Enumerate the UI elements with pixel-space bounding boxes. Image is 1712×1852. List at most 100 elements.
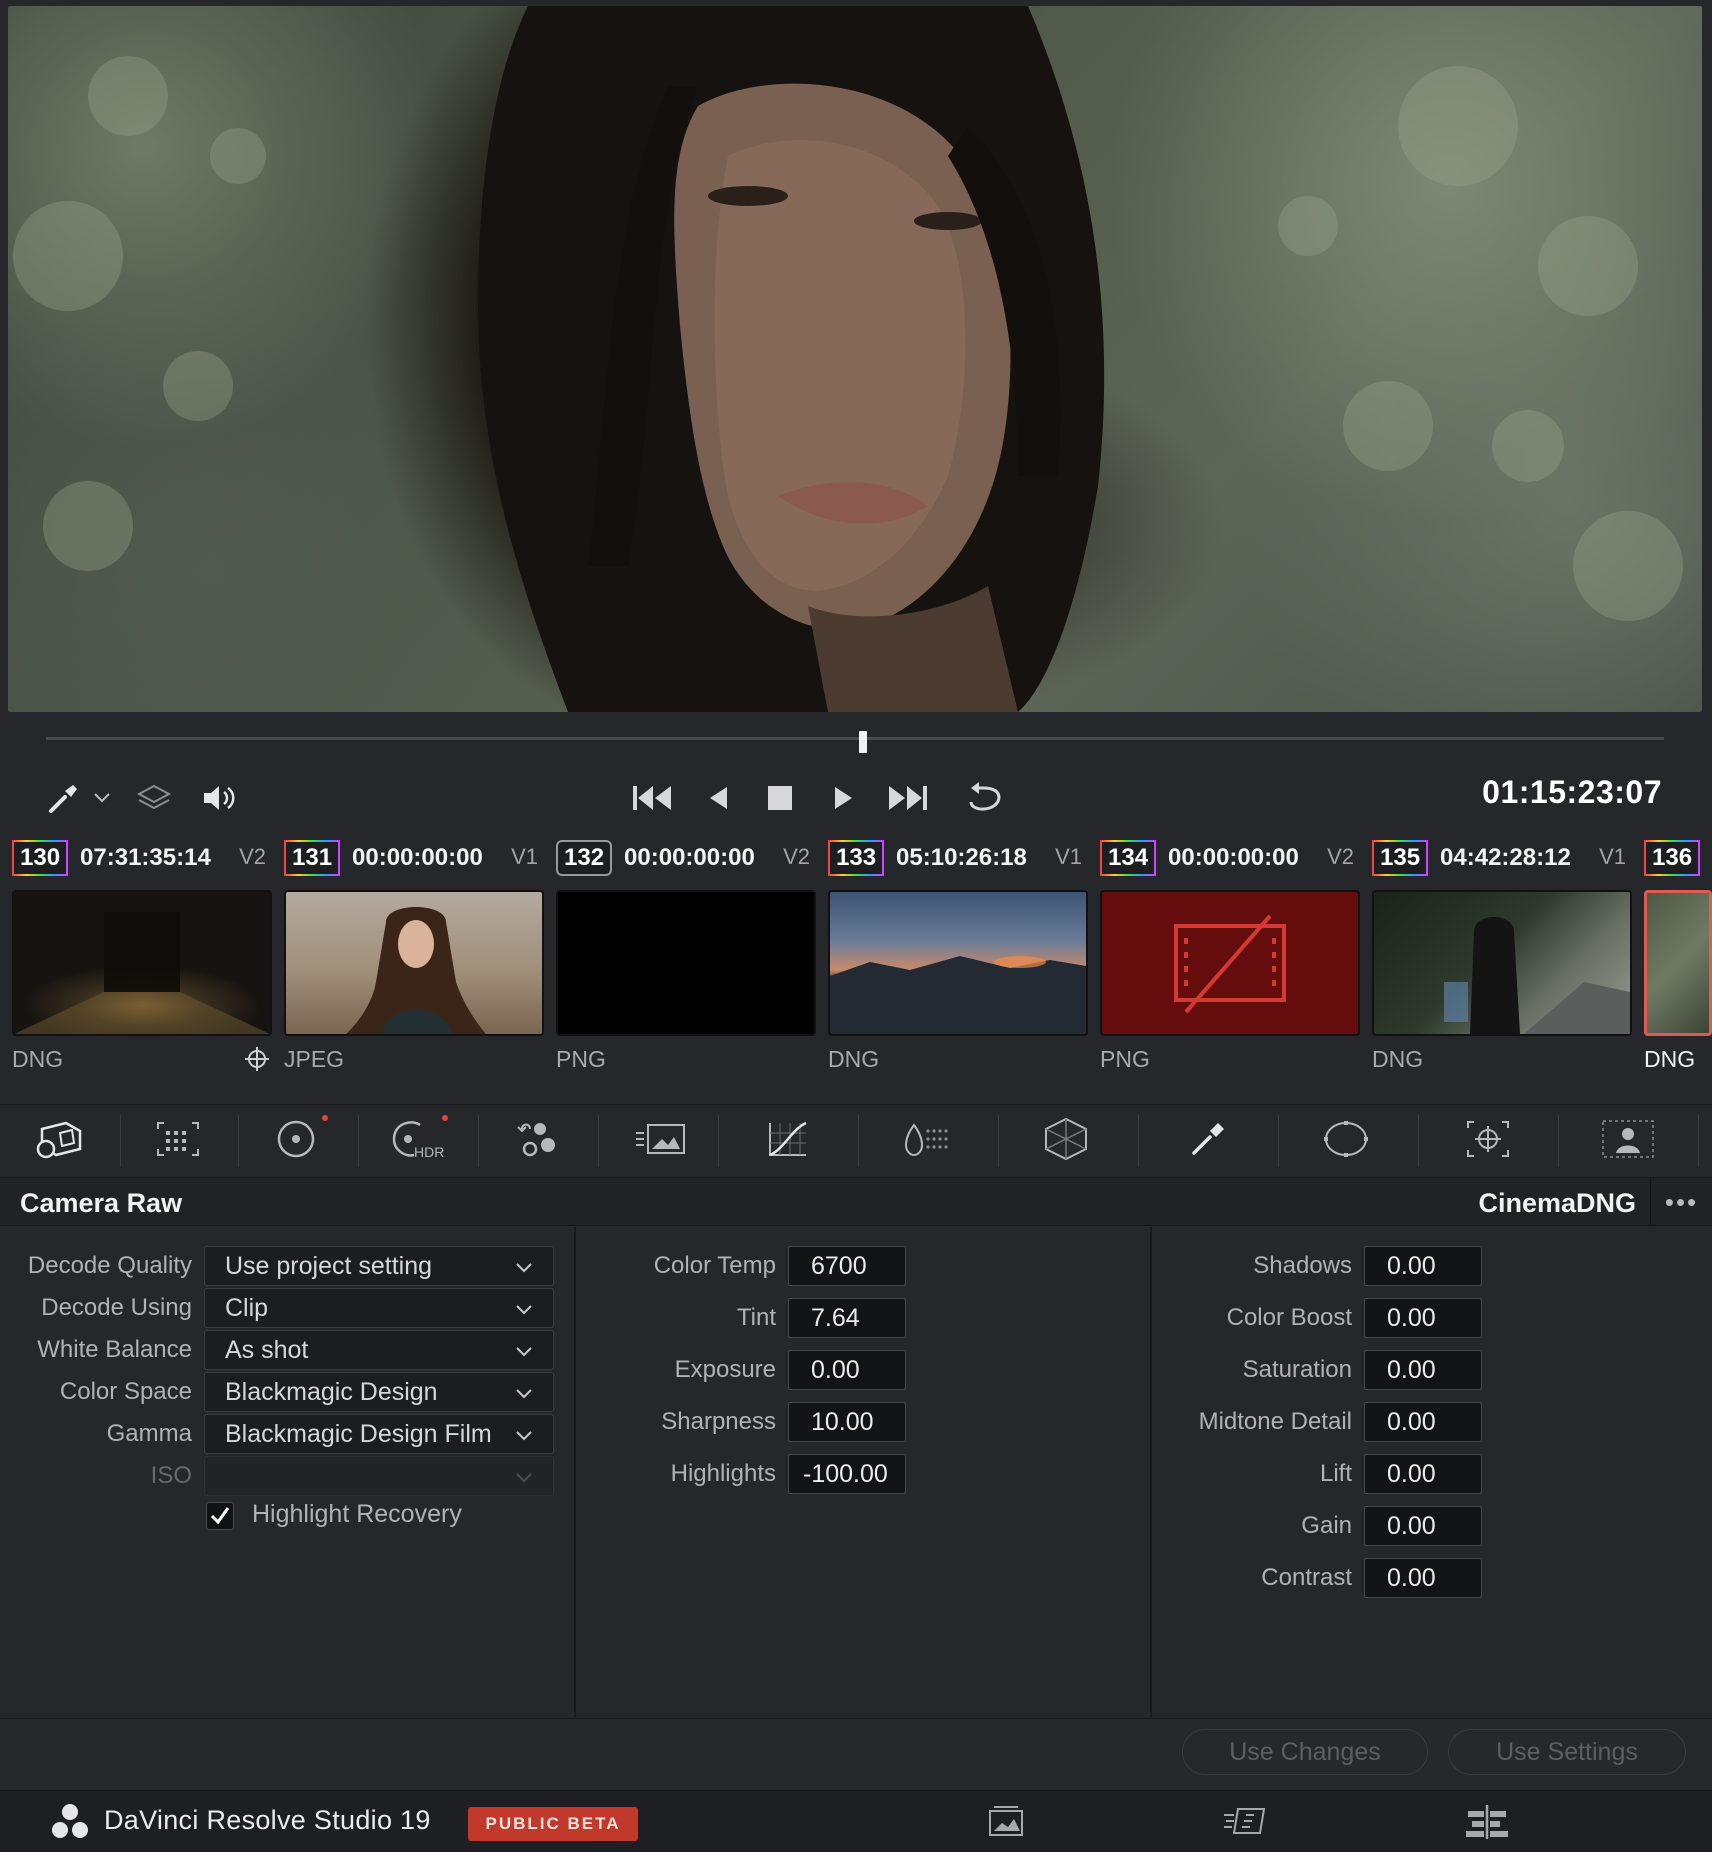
svg-text:HDR: HDR: [414, 1144, 444, 1160]
media-page-icon[interactable]: [986, 1805, 1026, 1844]
color-boost-field[interactable]: 0.00: [1364, 1298, 1482, 1338]
white-balance-dropdown[interactable]: As shot: [204, 1330, 554, 1370]
clip-track: V2: [783, 844, 810, 869]
clip-track: V2: [239, 844, 266, 869]
clip-timecode: 00:00:00:00: [1168, 844, 1299, 871]
gain-label: Gain: [1301, 1512, 1352, 1539]
white-balance-value: As shot: [225, 1336, 309, 1364]
chevron-down-icon: [515, 1247, 533, 1285]
highlights-field[interactable]: -100.00: [788, 1454, 906, 1494]
color-warper-icon[interactable]: [896, 1109, 956, 1169]
use-settings-button[interactable]: Use Settings: [1448, 1729, 1686, 1775]
color-space-dropdown[interactable]: Blackmagic Design: [204, 1372, 554, 1412]
clip-thumbnail[interactable]: [284, 890, 544, 1036]
saturation-field[interactable]: 0.00: [1364, 1350, 1482, 1390]
gamma-label: Gamma: [106, 1420, 192, 1447]
edit-page-icon[interactable]: [1464, 1803, 1510, 1846]
color-match-icon[interactable]: [148, 1109, 208, 1169]
tint-field[interactable]: 7.64: [788, 1298, 906, 1338]
clip-number: 134: [1100, 840, 1157, 876]
clip-thumbnail[interactable]: [556, 890, 816, 1036]
clip-134[interactable]: 134 00:00:00:00 V2 PNG: [1100, 838, 1360, 1078]
skip-to-start-icon[interactable]: [628, 774, 676, 822]
tint-label: Tint: [736, 1304, 776, 1331]
column-divider: [574, 1227, 576, 1717]
color-wheels-icon[interactable]: [266, 1109, 326, 1169]
camera-raw-icon[interactable]: [28, 1109, 88, 1169]
curves-icon[interactable]: [758, 1109, 818, 1169]
clip-timecode: 00:00:00:00: [624, 844, 755, 871]
clip-thumbnail[interactable]: [1100, 890, 1360, 1036]
app-name: DaVinci Resolve Studio 19: [104, 1805, 431, 1835]
exposure-field[interactable]: 0.00: [788, 1350, 906, 1390]
motion-effects-icon[interactable]: [630, 1109, 690, 1169]
color-temp-label: Color Temp: [653, 1252, 776, 1279]
play-reverse-icon[interactable]: [698, 774, 738, 822]
color-temp-field[interactable]: 6700: [788, 1246, 906, 1286]
more-options-button[interactable]: •••: [1650, 1178, 1712, 1226]
gamma-value: Blackmagic Design Film: [225, 1420, 492, 1448]
davinci-logo-icon: [50, 1803, 90, 1846]
loop-icon[interactable]: [960, 774, 1008, 822]
panel-header: Camera Raw CinemaDNG •••: [0, 1178, 1712, 1226]
modified-indicator: [322, 1115, 328, 1121]
clip-thumbnail[interactable]: [828, 890, 1088, 1036]
clip-136[interactable]: 136 DNG: [1644, 838, 1712, 1078]
contrast-field[interactable]: 0.00: [1364, 1558, 1482, 1598]
decode-quality-dropdown[interactable]: Use project setting: [204, 1246, 554, 1286]
stop-icon[interactable]: [760, 774, 800, 822]
clip-133[interactable]: 133 05:10:26:18 V1 DNG: [828, 838, 1088, 1078]
layers-icon[interactable]: [132, 776, 176, 820]
clip-type: PNG: [556, 1046, 606, 1072]
rgb-mixer-icon[interactable]: [506, 1109, 566, 1169]
chevron-down-icon[interactable]: [90, 786, 114, 810]
panel-title: Camera Raw: [20, 1188, 183, 1218]
magic-mask-icon[interactable]: [1598, 1109, 1658, 1169]
contrast-label: Contrast: [1261, 1564, 1352, 1591]
checkmark-icon: [210, 1507, 230, 1525]
qualifier-icon[interactable]: [1036, 1109, 1096, 1169]
clip-type: DNG: [1372, 1046, 1424, 1072]
clip-130[interactable]: 130 07:31:35:14 V2 DNG: [12, 838, 272, 1078]
shadows-field[interactable]: 0.00: [1364, 1246, 1482, 1286]
cut-page-icon[interactable]: [1222, 1803, 1270, 1844]
playhead[interactable]: [859, 731, 868, 753]
clip-thumbnail[interactable]: [1372, 890, 1632, 1036]
clip-131[interactable]: 131 00:00:00:00 V1 JPEG: [284, 838, 544, 1078]
skip-to-end-icon[interactable]: [884, 774, 932, 822]
palette-toolbar: HDR: [0, 1104, 1712, 1178]
iso-dropdown[interactable]: [204, 1456, 554, 1496]
clip-number: 136: [1644, 840, 1701, 876]
clip-thumbnail[interactable]: [1644, 890, 1712, 1036]
speaker-icon[interactable]: [196, 776, 242, 820]
color-picker-icon[interactable]: [42, 776, 86, 820]
clip-132[interactable]: 132 00:00:00:00 V2 PNG: [556, 838, 816, 1078]
midtone-detail-field[interactable]: 0.00: [1364, 1402, 1482, 1442]
gamma-dropdown[interactable]: Blackmagic Design Film: [204, 1414, 554, 1454]
viewer-frame-image: [13, 6, 1683, 712]
clip-number: 131: [284, 840, 341, 876]
decode-using-dropdown[interactable]: Clip: [204, 1288, 554, 1328]
sharpness-field[interactable]: 10.00: [788, 1402, 906, 1442]
clip-timecode: 00:00:00:00: [352, 844, 483, 871]
clip-track: V1: [1599, 844, 1626, 869]
timeline-scrubber[interactable]: [46, 737, 1664, 740]
use-changes-button[interactable]: Use Changes: [1182, 1729, 1428, 1775]
white-balance-label: White Balance: [37, 1336, 192, 1363]
play-icon[interactable]: [824, 774, 864, 822]
midtone-detail-label: Midtone Detail: [1198, 1408, 1352, 1435]
modified-indicator: [442, 1115, 448, 1121]
clip-type: PNG: [1100, 1046, 1150, 1072]
shadows-label: Shadows: [1253, 1252, 1352, 1279]
eyedropper-icon[interactable]: [1178, 1109, 1238, 1169]
panel-format: CinemaDNG: [1478, 1188, 1636, 1218]
hdr-wheels-icon[interactable]: HDR: [386, 1109, 446, 1169]
lift-field[interactable]: 0.00: [1364, 1454, 1482, 1494]
tracker-icon[interactable]: [1458, 1109, 1518, 1169]
highlight-recovery-checkbox[interactable]: [206, 1502, 234, 1530]
gain-field[interactable]: 0.00: [1364, 1506, 1482, 1546]
window-icon[interactable]: [1316, 1109, 1376, 1169]
column-divider: [1150, 1227, 1152, 1717]
clip-thumbnail[interactable]: [12, 890, 272, 1036]
clip-135[interactable]: 135 04:42:28:12 V1 DNG: [1372, 838, 1632, 1078]
